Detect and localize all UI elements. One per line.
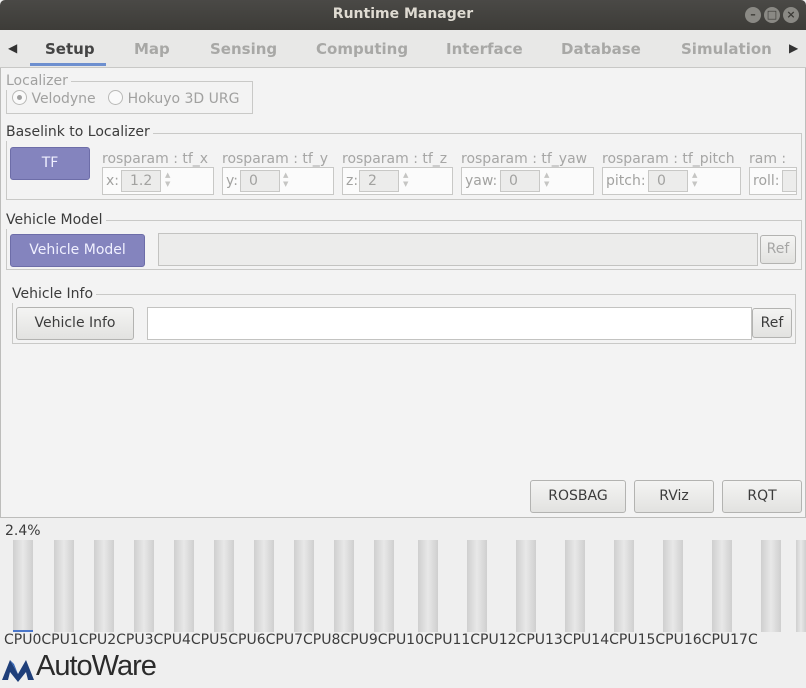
cpu-bar (712, 540, 732, 632)
cpu-bar (13, 540, 33, 632)
active-tab-indicator (30, 63, 106, 66)
baselink-title: Baselink to Localizer (6, 123, 153, 141)
radio-velodyne[interactable]: Velodyne (12, 90, 96, 107)
tf-roll-label: ram : (749, 151, 787, 167)
cpu-bar (374, 540, 394, 632)
tf-yaw-input[interactable]: 0 (500, 170, 540, 192)
tf-y-label: rosparam : tf_y (222, 151, 329, 167)
tf-z-label: rosparam : tf_z (342, 151, 448, 167)
spin-arrows-icon[interactable]: ▲ ▼ (283, 171, 293, 189)
cpu-bar (418, 540, 438, 632)
spin-arrows-icon[interactable]: ▲ ▼ (403, 171, 413, 189)
spin-arrows-icon[interactable]: ▲ ▼ (165, 171, 175, 189)
vehicle-model-title: Vehicle Model (6, 211, 106, 229)
window-title: Runtime Manager (332, 6, 474, 22)
setup-panel: Localizer Velodyne Hokuyo 3D URG TF Base… (0, 68, 806, 518)
chevron-right-icon[interactable]: ▶ (789, 41, 798, 55)
tf-roll-input[interactable] (782, 170, 796, 192)
tf-roll-spinbox: roll: (749, 167, 797, 195)
autoware-logo-icon (2, 660, 34, 682)
vehicle-info-ref-button[interactable]: Ref (752, 308, 792, 338)
radio-selected-icon (12, 90, 27, 105)
cpu-bar (254, 540, 274, 632)
cpu-bar (134, 540, 154, 632)
tf-x-spinbox: x: 1.2 ▲ ▼ (102, 167, 214, 195)
tab-simulation[interactable]: Simulation (681, 40, 772, 58)
radio-hokuyo-label: Hokuyo 3D URG (127, 91, 240, 107)
tab-map[interactable]: Map (134, 40, 170, 58)
tf-button[interactable]: TF (10, 147, 90, 180)
tab-setup[interactable]: Setup (45, 40, 95, 58)
tf-pitch-label: rosparam : tf_pitch (602, 151, 735, 167)
tf-x-label: rosparam : tf_x (102, 151, 209, 167)
minimize-icon[interactable]: – (745, 7, 761, 23)
vehicle-model-ref-button[interactable]: Ref (760, 235, 796, 264)
cpu-bar (614, 540, 634, 632)
tf-y-prefix: y: (226, 173, 238, 189)
tf-x-prefix: x: (106, 173, 120, 189)
cpu-bar (467, 540, 487, 632)
radio-velodyne-label: Velodyne (31, 91, 96, 107)
radio-hokuyo[interactable]: Hokuyo 3D URG (108, 90, 240, 107)
tab-bar: ◀ Setup Map Sensing Computing Interface … (0, 30, 806, 68)
localizer-group: Localizer Velodyne Hokuyo 3D URG (6, 72, 253, 114)
vehicle-model-path-field[interactable] (158, 233, 758, 266)
cpu-bar (663, 540, 683, 632)
tf-pitch-spinbox: pitch: 0 ▲ ▼ (602, 167, 741, 195)
cpu-bar (761, 540, 781, 632)
rosbag-button[interactable]: ROSBAG (530, 480, 626, 513)
vehicle-info-button[interactable]: Vehicle Info (16, 307, 134, 340)
vehicle-model-group: Vehicle Model Vehicle Model Ref (6, 211, 802, 270)
cpu-bar (94, 540, 114, 632)
spin-arrows-icon[interactable]: ▲ ▼ (692, 171, 702, 189)
tab-sensing[interactable]: Sensing (210, 40, 277, 58)
tf-z-prefix: z: (346, 173, 359, 189)
tf-roll-prefix: roll: (753, 173, 780, 189)
vehicle-info-title: Vehicle Info (12, 285, 97, 303)
vehicle-model-button[interactable]: Vehicle Model (10, 234, 145, 267)
cpu-bar (294, 540, 314, 632)
autoware-logo-text: AutoWare (36, 650, 157, 682)
cpu-bar (796, 540, 806, 632)
tf-yaw-prefix: yaw: (465, 173, 498, 189)
tab-computing[interactable]: Computing (316, 40, 408, 58)
cpu-bar (174, 540, 194, 632)
tab-interface[interactable]: Interface (446, 40, 523, 58)
tf-z-input[interactable]: 2 (359, 170, 399, 192)
tab-database[interactable]: Database (561, 40, 641, 58)
rqt-button[interactable]: RQT (722, 480, 802, 513)
tf-x-input[interactable]: 1.2 (121, 170, 161, 192)
cpu-bar (565, 540, 585, 632)
maximize-icon[interactable]: □ (764, 7, 780, 23)
tf-yaw-label: rosparam : tf_yaw (461, 151, 588, 167)
cpu-usage-text: 2.4% (5, 523, 41, 539)
localizer-title: Localizer (6, 72, 71, 90)
radio-unselected-icon (108, 90, 124, 105)
cpu-bar (54, 540, 74, 632)
close-icon[interactable]: × (783, 7, 799, 23)
cpu-bar (334, 540, 354, 632)
vehicle-info-group: Vehicle Info Vehicle Info Ref (12, 285, 796, 344)
localizer-options: Velodyne Hokuyo 3D URG (12, 90, 239, 107)
tf-pitch-input[interactable]: 0 (648, 170, 688, 192)
vehicle-info-path-field[interactable] (147, 307, 752, 340)
tf-pitch-prefix: pitch: (606, 173, 646, 189)
chevron-left-icon[interactable]: ◀ (8, 41, 17, 55)
window-titlebar: Runtime Manager – □ × (0, 0, 806, 30)
tf-z-spinbox: z: 2 ▲ ▼ (342, 167, 453, 195)
cpu-bar (214, 540, 234, 632)
cpu-bar (516, 540, 536, 632)
rviz-button[interactable]: RViz (634, 480, 714, 513)
autoware-logo: AutoWare (0, 650, 157, 684)
tf-y-input[interactable]: 0 (240, 170, 280, 192)
spin-arrows-icon[interactable]: ▲ ▼ (544, 171, 554, 189)
tf-yaw-spinbox: yaw: 0 ▲ ▼ (461, 167, 594, 195)
cpu-labels: CPU0CPU1CPU2CPU3CPU4CPU5CPU6CPU7CPU8CPU9… (4, 632, 758, 648)
cpu-monitor: 2.4% CPU0CPU1CPU2CPU3CPU4CPU5CPU6CPU7CPU… (0, 518, 806, 684)
tf-y-spinbox: y: 0 ▲ ▼ (222, 167, 334, 195)
